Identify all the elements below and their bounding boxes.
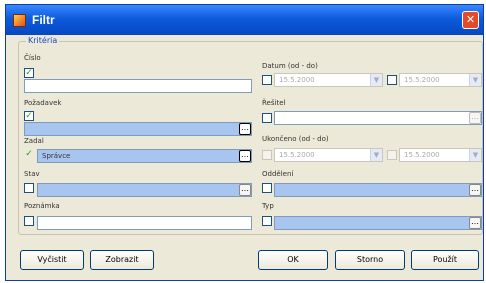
ukonceno-to-value: 15.5.2000 xyxy=(404,151,440,159)
stav-checkbox[interactable] xyxy=(24,183,34,193)
cislo-input[interactable] xyxy=(24,79,252,93)
filter-app-icon xyxy=(13,14,26,27)
resitel-label: Řešitel xyxy=(262,99,286,107)
ukonceno-to-checkbox[interactable] xyxy=(387,150,397,160)
cislo-checkbox[interactable]: ✓ xyxy=(24,68,34,78)
poznamka-label: Poznámka xyxy=(24,202,60,210)
oddeleni-browse-button[interactable]: … xyxy=(469,184,481,196)
resitel-field[interactable]: … xyxy=(274,111,482,125)
ok-button[interactable]: OK xyxy=(258,250,328,270)
title-bar[interactable]: Filtr ✕ xyxy=(6,5,483,35)
poznamka-input[interactable] xyxy=(37,216,252,230)
cislo-label: Číslo xyxy=(24,54,41,62)
datum-from-dropdown-icon[interactable]: ▼ xyxy=(370,74,382,86)
apply-button[interactable]: Použít xyxy=(411,250,479,270)
datum-from-checkbox[interactable] xyxy=(262,75,272,85)
pozadavek-field[interactable]: … xyxy=(24,122,252,136)
ukonceno-label: Ukončeno (od - do) xyxy=(262,135,329,143)
cancel-button[interactable]: Storno xyxy=(335,250,405,270)
ukonceno-from-checkbox[interactable] xyxy=(262,150,272,160)
clear-button[interactable]: Vyčistit xyxy=(20,250,84,270)
datum-to-checkbox[interactable] xyxy=(387,75,397,85)
pozadavek-browse-button[interactable]: … xyxy=(239,123,251,135)
stav-label: Stav xyxy=(24,170,40,178)
datum-label: Datum (od - do) xyxy=(262,62,318,70)
zadal-value: Správce xyxy=(42,152,71,160)
criteria-group: Kritéria Číslo ✓ Požadavek ✓ … Zadal ✓ S… xyxy=(18,36,483,235)
poznamka-checkbox[interactable] xyxy=(24,216,34,226)
stav-field[interactable]: … xyxy=(37,183,252,197)
datum-from-value: 15.5.2000 xyxy=(279,76,315,84)
oddeleni-label: Oddělení xyxy=(262,170,294,178)
window-title: Filtr xyxy=(32,13,55,27)
zadal-browse-button[interactable]: … xyxy=(239,150,251,162)
pozadavek-label: Požadavek xyxy=(24,99,62,107)
oddeleni-field[interactable]: … xyxy=(274,183,482,197)
zadal-checkbox[interactable]: ✓ xyxy=(24,150,34,160)
zadal-label: Zadal xyxy=(24,137,44,145)
criteria-group-title: Kritéria xyxy=(26,36,60,45)
close-button[interactable]: ✕ xyxy=(462,11,479,29)
datum-to-dropdown-icon[interactable]: ▼ xyxy=(469,74,481,86)
stav-browse-button[interactable]: … xyxy=(239,184,251,196)
zadal-field[interactable]: Správce … xyxy=(37,149,252,163)
ukonceno-to-picker[interactable]: 15.5.2000 ▼ xyxy=(399,148,482,162)
datum-from-picker[interactable]: 15.5.2000 ▼ xyxy=(274,73,383,87)
typ-field[interactable]: … xyxy=(274,216,482,230)
ukonceno-to-dropdown-icon[interactable]: ▼ xyxy=(469,149,481,161)
typ-checkbox[interactable] xyxy=(262,216,272,226)
typ-browse-button[interactable]: … xyxy=(469,217,481,229)
ukonceno-from-value: 15.5.2000 xyxy=(279,151,315,159)
pozadavek-checkbox[interactable]: ✓ xyxy=(24,111,34,121)
oddeleni-checkbox[interactable] xyxy=(262,183,272,193)
resitel-checkbox[interactable] xyxy=(262,113,272,123)
ukonceno-from-picker[interactable]: 15.5.2000 ▼ xyxy=(274,148,383,162)
datum-to-picker[interactable]: 15.5.2000 ▼ xyxy=(399,73,482,87)
datum-to-value: 15.5.2000 xyxy=(404,76,440,84)
show-button[interactable]: Zobrazit xyxy=(90,250,154,270)
resitel-browse-button[interactable]: … xyxy=(469,112,481,124)
typ-label: Typ xyxy=(262,202,274,210)
filter-dialog: Filtr ✕ Kritéria Číslo ✓ Požadavek ✓ … Z… xyxy=(5,4,484,281)
ukonceno-from-dropdown-icon[interactable]: ▼ xyxy=(370,149,382,161)
